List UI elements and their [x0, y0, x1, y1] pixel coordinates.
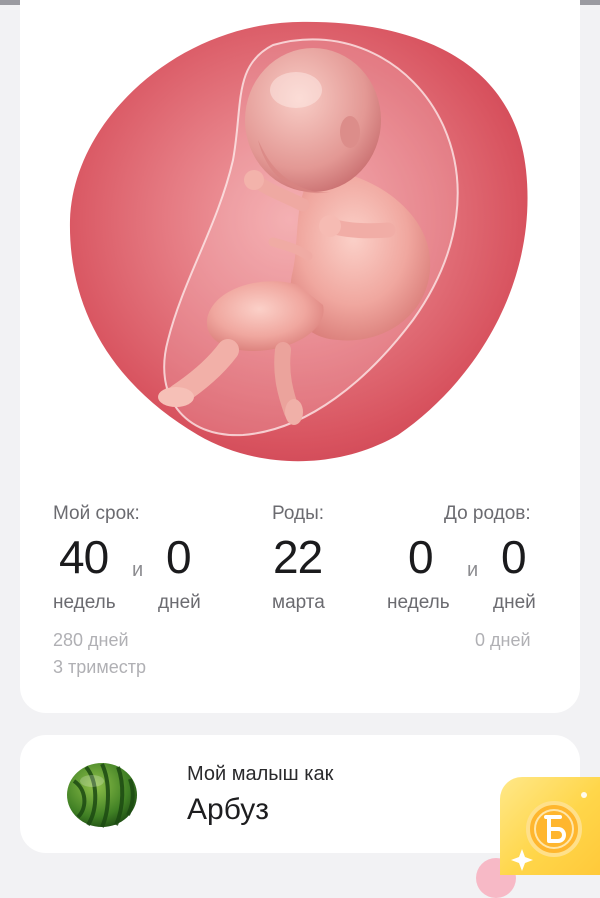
- birth-day-value: 22: [273, 531, 323, 583]
- my-term-weeks-unit: недель: [53, 592, 116, 613]
- until-birth-weeks-unit: недель: [387, 592, 450, 613]
- baby-size-card[interactable]: Мой малыш как Арбуз: [20, 735, 580, 853]
- until-birth-total-days: 0 дней: [475, 630, 531, 650]
- my-term-total-days: 280 дней: [53, 630, 129, 650]
- birth-month: марта: [272, 592, 325, 613]
- fetus-illustration: [68, 20, 530, 466]
- trimester-label: 3 триместр: [53, 657, 146, 677]
- bonus-coin-icon: [511, 792, 587, 871]
- until-birth-and: и: [467, 559, 479, 581]
- baby-size-fruit: Арбуз: [187, 793, 269, 826]
- birth-label: Роды:: [272, 503, 325, 524]
- my-term-label: Мой срок:: [53, 503, 140, 524]
- my-term-and: и: [132, 559, 144, 581]
- my-term-days-unit: дней: [158, 592, 201, 613]
- bonus-coin-button[interactable]: [500, 777, 600, 875]
- my-term-weeks-value: 40: [59, 531, 109, 583]
- until-birth-weeks-value: 0: [408, 531, 434, 583]
- until-birth-days-unit: дней: [493, 592, 536, 613]
- my-term-days-value: 0: [166, 531, 192, 583]
- until-birth-days-value: 0: [501, 531, 527, 583]
- watermelon-icon: [66, 759, 138, 834]
- baby-size-caption: Мой малыш как: [187, 763, 334, 785]
- until-birth-label: До родов:: [444, 503, 531, 524]
- pregnancy-card: Мой срок: 40 и 0 недель дней 280 дней 3 …: [20, 0, 580, 713]
